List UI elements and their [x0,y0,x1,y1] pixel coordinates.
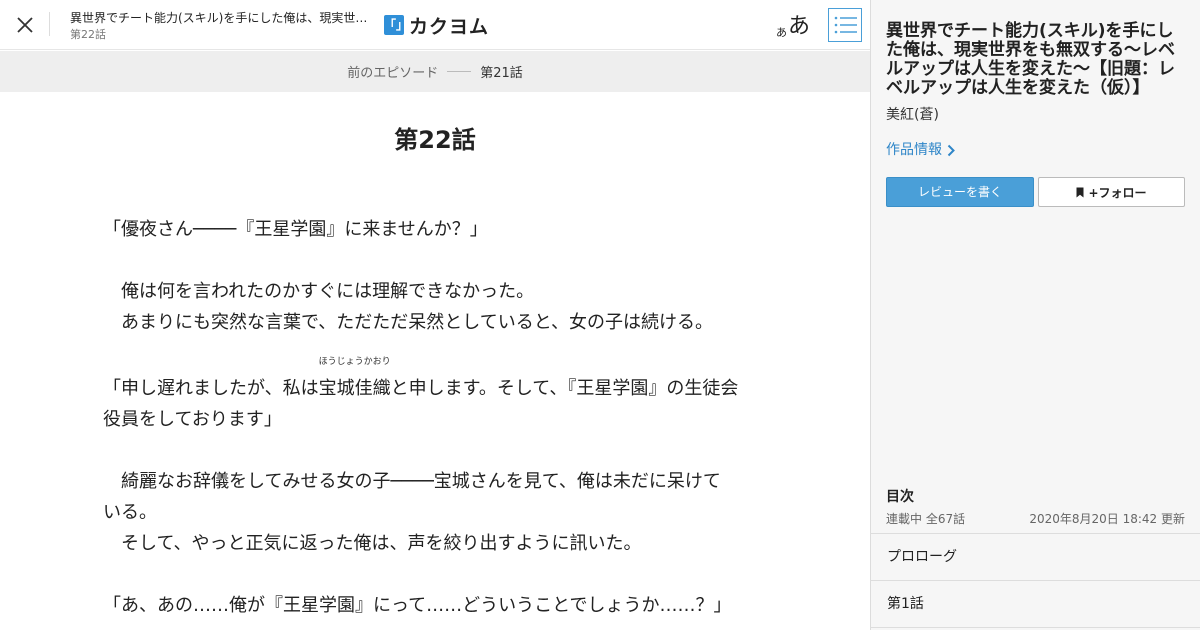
bookmark-icon [1076,187,1084,197]
previous-episode-title[interactable]: 第21話 [480,62,523,81]
paragraph: あまりにも突然な言葉で、ただただ呆然としていると、女の子は続ける。 [103,312,714,333]
paragraph: 役員をしております」 [103,409,282,430]
sidebar-author[interactable]: 美紅(蒼) [886,106,939,124]
toc-list: プロローグ 第1話 [870,533,1200,628]
close-icon [17,17,33,33]
header-work-title[interactable]: 異世界でチート能力(スキル)を手にした俺は、現実世界をも無双する～レベルアップは… [70,11,370,26]
toc-toggle-button[interactable] [828,8,862,42]
toc-heading: 目次 [886,489,914,505]
last-updated: 2020年8月20日 18:42 更新 [1029,512,1185,526]
paragraph-text: 「申し遅れましたが、私は [103,378,319,399]
ruby-base: 宝城佳織 [318,378,391,399]
logo-mark-icon: 「」 [384,15,408,35]
paragraph: 「あ、あの……俺が『王星学園』にって……どういうことでしょうか……？」 [103,595,732,616]
paragraph-text: と申します。そして、『王星学園』の生徒会 [390,378,739,399]
reader-main: 異世界でチート能力(スキル)を手にした俺は、現実世界をも無双する～レベルアップは… [0,0,870,630]
font-small-glyph: あ [776,26,787,39]
paragraph: そして、やっと正気に返った俺は、声を絞り出すように訊いた。 [103,533,642,554]
font-large-glyph: あ [788,14,811,39]
header-divider [49,12,50,36]
reader-header: 異世界でチート能力(スキル)を手にした俺は、現実世界をも無双する～レベルアップは… [0,0,870,50]
paragraph: いる。 [103,502,157,523]
toc-item-prologue[interactable]: プロローグ [870,534,1200,581]
toc-item-episode-1[interactable]: 第1話 [870,581,1200,628]
follow-button[interactable]: +フォロー [1038,177,1185,207]
sidebar-work-title[interactable]: 異世界でチート能力(スキル)を手にした俺は、現実世界をも無双する～レベルアップは… [886,22,1186,98]
paragraph: 「優夜さん────『王星学園』に来ませんか？」 [103,219,488,240]
ruby-name: 宝城佳織 ほうじょうかおり [318,357,391,404]
previous-episode-link[interactable]: 前のエピソード [347,62,438,81]
kakuyomu-logo[interactable]: 「」 カクヨム [384,13,490,38]
ruby-reading: ほうじょうかおり [318,357,391,367]
header-episode-label: 第22話 [70,28,106,41]
serial-status: 連載中 全67話 [886,512,966,526]
paragraph: 「申し遅れましたが、私は宝城佳織 ほうじょうかおりと申します。そして、『王星学園』… [103,357,763,404]
episode-body: 「優夜さん────『王星学園』に来ませんか？」 俺は何を言われたのかすぐには理解… [103,214,763,621]
font-size-button[interactable]: あ あ [776,10,810,40]
episode-title: 第22話 [394,126,476,154]
list-icon [834,16,857,34]
paragraph: 俺は何を言われたのかすぐには理解できなかった。 [103,281,535,302]
logo-text: カクヨム [409,15,490,38]
write-review-button[interactable]: レビューを書く [886,177,1034,207]
close-button[interactable] [8,9,42,41]
prev-divider-line [447,71,472,72]
follow-label: +フォロー [1088,185,1147,200]
work-info-label: 作品情報 [886,142,942,158]
paragraph: 綺麗なお辞儀をしてみせる女の子────宝城さんを見て、俺は未だに呆けて [103,471,721,492]
chevron-right-icon [947,144,955,156]
previous-episode-bar: 前のエピソード 第21話 [0,51,870,92]
work-info-link[interactable]: 作品情報 [886,140,955,160]
